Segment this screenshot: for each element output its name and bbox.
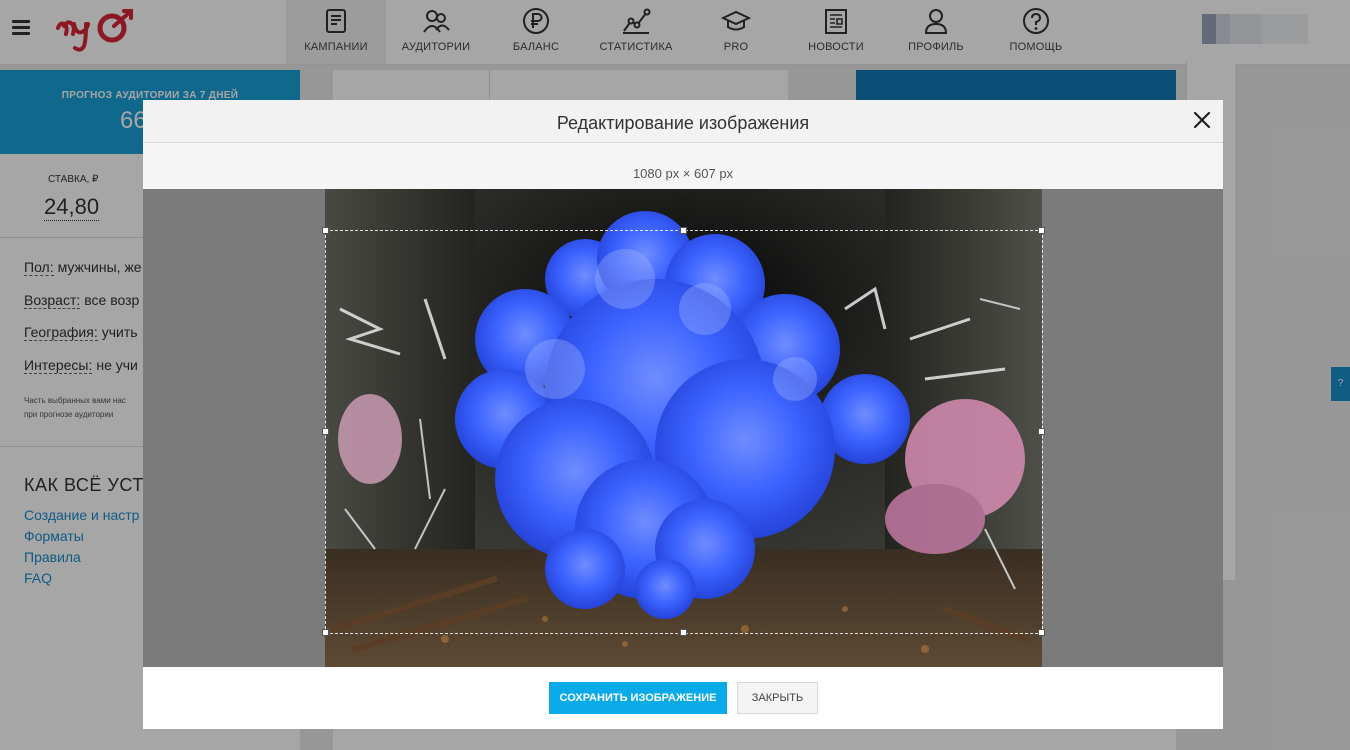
crop-handle-bottom-right[interactable] bbox=[1038, 629, 1045, 636]
crop-handle-top-left[interactable] bbox=[322, 227, 329, 234]
modal-footer: СОХРАНИТЬ ИЗОБРАЖЕНИЕ ЗАКРЫТЬ bbox=[143, 667, 1223, 729]
crop-handle-right[interactable] bbox=[1038, 428, 1045, 435]
modal-title: Редактирование изображения bbox=[556, 113, 810, 133]
crop-handle-bottom-left[interactable] bbox=[322, 629, 329, 636]
crop-handle-top[interactable] bbox=[680, 227, 687, 234]
image-dimensions-bar: 1080 px × 607 px bbox=[143, 143, 1223, 189]
save-image-button[interactable]: СОХРАНИТЬ ИЗОБРАЖЕНИЕ bbox=[549, 682, 727, 714]
close-button[interactable]: ЗАКРЫТЬ bbox=[737, 682, 818, 714]
crop-handle-left[interactable] bbox=[322, 428, 329, 435]
image-crop-area bbox=[143, 189, 1223, 667]
crop-handle-bottom[interactable] bbox=[680, 629, 687, 636]
close-icon[interactable] bbox=[1189, 107, 1215, 133]
modal-header: Редактирование изображения bbox=[143, 100, 1223, 143]
crop-selection[interactable] bbox=[325, 230, 1043, 634]
image-edit-modal: Редактирование изображения 1080 px × 607… bbox=[143, 100, 1223, 729]
crop-handle-top-right[interactable] bbox=[1038, 227, 1045, 234]
image-dimensions: 1080 px × 607 px bbox=[632, 166, 734, 181]
